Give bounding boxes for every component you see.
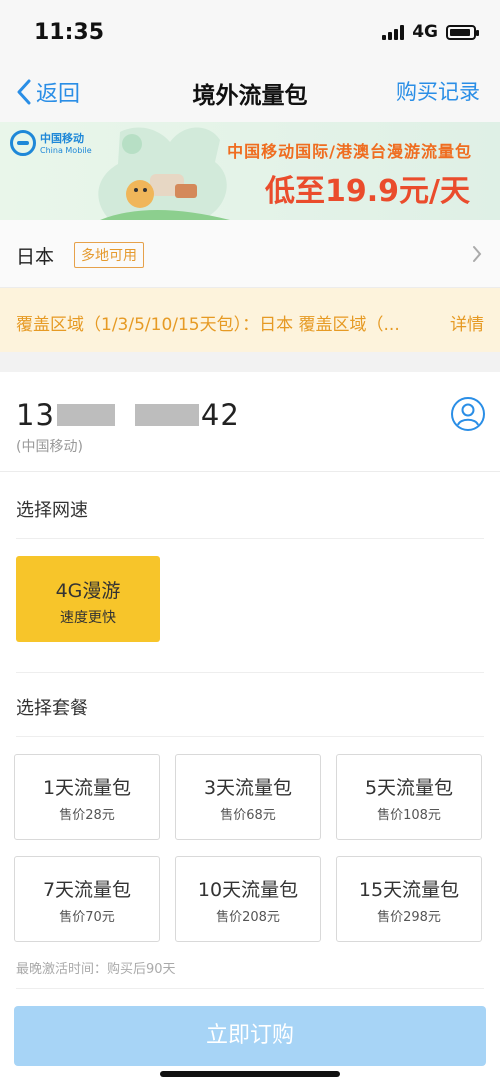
phone-number: 13 42 <box>16 398 240 432</box>
package-price: 售价28元 <box>59 808 115 823</box>
package-price: 售价298元 <box>377 910 441 925</box>
china-mobile-logo: 中国移动 China Mobile <box>10 130 92 156</box>
page: 11:35 4G 返回 境外流量包 购买记录 中国移动 China Mobile… <box>0 0 500 1077</box>
home-indicator <box>160 1071 340 1077</box>
package-title: 15天流量包 <box>358 879 460 901</box>
signal-icon <box>382 24 405 40</box>
status-indicators: 4G <box>382 22 479 42</box>
package-price: 售价68元 <box>220 808 276 823</box>
divider <box>16 672 484 673</box>
package-title: 5天流量包 <box>364 777 454 799</box>
brand-name-en: China Mobile <box>40 146 92 155</box>
phone-prefix: 13 <box>16 398 55 432</box>
package-option[interactable]: 15天流量包 售价298元 <box>336 856 482 942</box>
masked-digits <box>134 404 199 426</box>
network-type: 4G <box>412 22 438 42</box>
brand-name-cn: 中国移动 <box>40 132 84 145</box>
phone-suffix: 42 <box>200 398 240 432</box>
banner-price: 低至19.9元/天 <box>265 174 470 209</box>
package-option[interactable]: 10天流量包 售价208元 <box>175 856 321 942</box>
divider <box>16 736 484 737</box>
coverage-details-link[interactable]: 详情 <box>450 310 484 335</box>
back-label: 返回 <box>36 82 81 107</box>
package-option[interactable]: 5天流量包 售价108元 <box>336 754 482 840</box>
coverage-notice: 覆盖区域（1/3/5/10/15天包）：日本 覆盖区域（... 详情 <box>0 288 500 352</box>
package-option[interactable]: 7天流量包 售价70元 <box>14 856 160 942</box>
package-title: 10天流量包 <box>197 879 299 901</box>
battery-icon <box>446 24 479 40</box>
package-price: 售价108元 <box>377 808 441 823</box>
divider <box>16 538 484 539</box>
banner-headline: 中国移动国际/港澳台漫游流量包 <box>227 142 472 161</box>
package-price: 售价208元 <box>216 910 280 925</box>
chevron-left-icon <box>17 79 31 105</box>
speed-option-subtitle: 速度更快 <box>60 610 116 626</box>
carrier-label: (中国移动) <box>16 439 83 455</box>
package-option[interactable]: 1天流量包 售价28元 <box>14 754 160 840</box>
package-title: 3天流量包 <box>203 777 293 799</box>
phone-number-row: 13 42 (中国移动) <box>0 372 500 472</box>
contact-icon[interactable] <box>450 396 486 432</box>
buy-now-button[interactable]: 立即订购 <box>14 1006 486 1066</box>
status-time: 11:35 <box>34 20 105 45</box>
masked-digits <box>56 404 115 426</box>
status-bar: 11:35 4G <box>0 0 500 62</box>
nav-bar: 返回 境外流量包 购买记录 <box>0 62 500 122</box>
chevron-right-icon <box>473 246 482 262</box>
speed-option-title: 4G漫游 <box>55 580 121 602</box>
package-price: 售价70元 <box>59 910 115 925</box>
speed-option-4g[interactable]: 4G漫游 速度更快 <box>16 556 160 642</box>
speed-section-title: 选择网速 <box>16 500 88 521</box>
coverage-text: 覆盖区域（1/3/5/10/15天包）：日本 覆盖区域（... <box>16 315 400 335</box>
package-title: 7天流量包 <box>42 879 132 901</box>
package-section-title: 选择套餐 <box>16 698 88 719</box>
package-title: 1天流量包 <box>42 777 132 799</box>
package-option[interactable]: 3天流量包 售价68元 <box>175 754 321 840</box>
activation-note: 最晚激活时间：购买后90天 <box>16 962 176 977</box>
purchase-history-link[interactable]: 购买记录 <box>396 76 480 106</box>
promo-banner[interactable]: 中国移动 China Mobile 中国移动国际/港澳台漫游流量包 低至19.9… <box>0 122 500 220</box>
order-card: 13 42 (中国移动) 选择网速 4G漫游 速度更快 选择套餐 1天流量包 售 <box>0 372 500 1077</box>
back-button[interactable]: 返回 <box>16 76 80 108</box>
divider <box>16 988 484 989</box>
destination-name: 日本 <box>16 246 55 268</box>
china-mobile-logo-icon <box>10 130 36 156</box>
destination-selector[interactable]: 日本 多地可用 <box>0 220 500 288</box>
multi-region-badge: 多地可用 <box>74 242 144 268</box>
